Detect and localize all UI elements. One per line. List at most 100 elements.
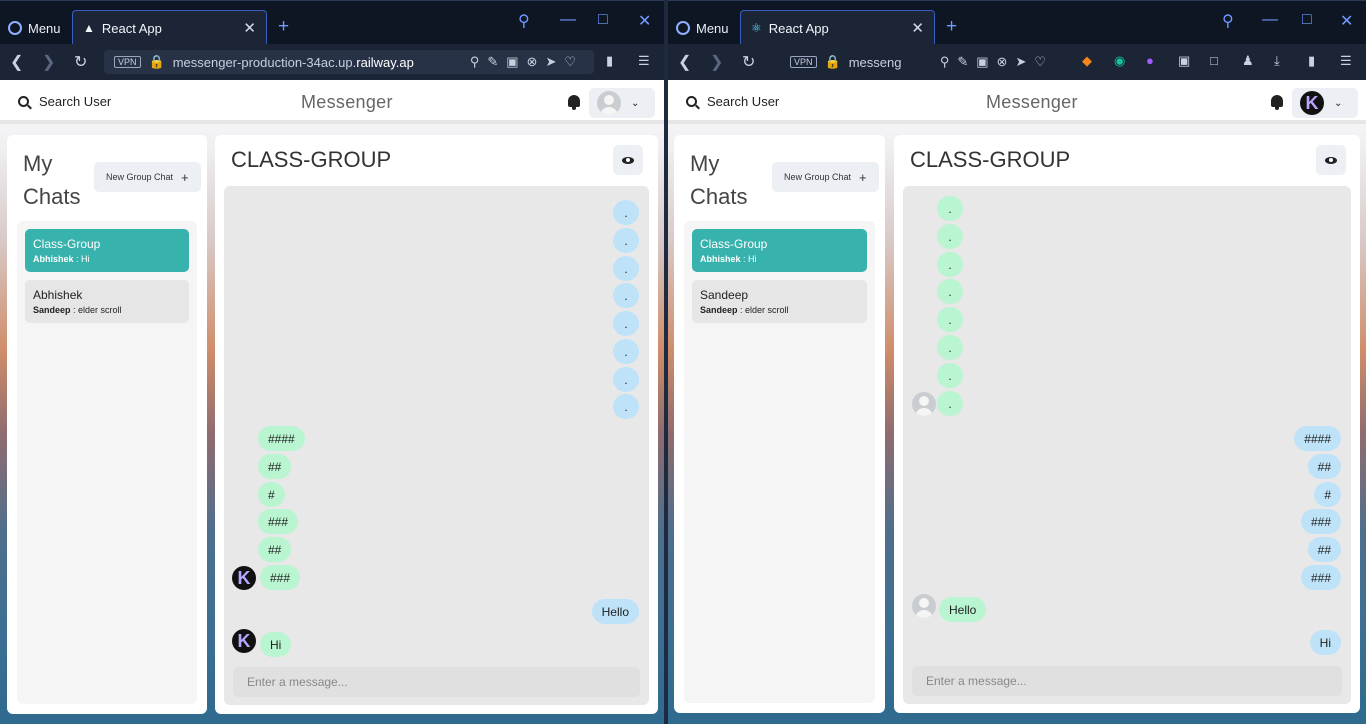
message-bubble-received: . xyxy=(937,391,963,416)
browser-tab[interactable]: ⚛ React App ✕ xyxy=(740,10,935,45)
sender-avatar[interactable]: K xyxy=(232,566,256,590)
my-chats-panel: My Chats New Group Chat + Class-Group Ab… xyxy=(7,135,207,714)
browser-tab[interactable]: ▲ React App ✕ xyxy=(72,10,267,45)
search-tabs-icon[interactable]: ⚲ xyxy=(1222,11,1234,31)
lock-icon: 🔒 xyxy=(824,54,841,69)
chat-list-item[interactable]: Abhishek Sandeep : elder scroll xyxy=(25,280,189,323)
reload-icon[interactable]: ↻ xyxy=(74,52,87,72)
new-group-chat-button[interactable]: New Group Chat + xyxy=(94,162,201,192)
lock-icon: 🔒 xyxy=(148,54,165,69)
metamask-extension-icon[interactable]: ◆ xyxy=(1082,53,1092,69)
message-bubble-sent: . xyxy=(613,339,639,364)
battery-icon[interactable]: ▮ xyxy=(1308,53,1315,69)
chat-list-item[interactable]: Sandeep Sandeep : elder scroll xyxy=(692,280,867,323)
battery-icon[interactable]: ▮ xyxy=(606,53,613,69)
message-bubble-received: . xyxy=(937,363,963,388)
bell-icon[interactable] xyxy=(568,95,580,110)
search-tabs-icon[interactable]: ⚲ xyxy=(518,11,530,31)
chat-name: Abhishek xyxy=(33,288,83,302)
search-user-button[interactable]: Search User xyxy=(18,94,111,109)
account-icon[interactable]: ♟ xyxy=(1242,53,1254,69)
message-bubble-received: . xyxy=(937,196,963,221)
extension-purple-icon[interactable]: ● xyxy=(1146,53,1154,68)
message-bubble-received: ### xyxy=(260,565,301,590)
new-tab-icon[interactable]: + xyxy=(278,16,289,38)
reload-icon[interactable]: ↻ xyxy=(742,52,755,72)
tab-bar: Menu ▲ React App ✕ + ⚲ — □ ✕ xyxy=(0,0,664,45)
search-icon xyxy=(18,96,29,107)
chat-name: Class-Group xyxy=(700,237,768,251)
new-tab-icon[interactable]: + xyxy=(946,16,957,38)
downloads-icon[interactable]: ⤓ xyxy=(1274,53,1280,69)
message-bubble-received: . xyxy=(937,307,963,332)
easy-setup-icon[interactable]: ☰ xyxy=(1340,53,1352,69)
my-chats-panel: My Chats New Group Chat + Class-Group Ab… xyxy=(674,135,885,713)
chat-last-text: elder scroll xyxy=(78,305,122,315)
vpn-badge[interactable]: VPN xyxy=(790,56,817,68)
message-input[interactable]: Enter a message... xyxy=(233,667,640,697)
opera-menu-button[interactable]: Menu xyxy=(676,15,729,41)
minimize-icon[interactable]: — xyxy=(560,11,576,29)
maximize-icon[interactable]: □ xyxy=(1302,11,1312,29)
close-tab-icon[interactable]: ✕ xyxy=(911,19,924,37)
search-user-button[interactable]: Search User xyxy=(686,94,779,109)
message-bubble-sent: . xyxy=(613,256,639,281)
grammarly-extension-icon[interactable]: ◉ xyxy=(1114,53,1125,69)
message-bubble-sent: ## xyxy=(1307,454,1341,479)
chat-list-item[interactable]: Class-Group Abhishek : Hi xyxy=(25,229,189,272)
back-icon[interactable]: ❮ xyxy=(10,52,23,72)
forward-icon[interactable]: ❯ xyxy=(42,52,55,72)
bell-icon[interactable] xyxy=(1271,95,1283,110)
message-input[interactable]: Enter a message... xyxy=(912,666,1342,696)
url-field[interactable]: VPN 🔒 messenger-production-34ac.up.railw… xyxy=(104,50,594,74)
url-field[interactable]: VPN 🔒 messeng ⚲✎▣⊗➤♡ xyxy=(780,50,1064,74)
sender-avatar[interactable] xyxy=(912,594,936,618)
sender-avatar[interactable] xyxy=(912,392,936,416)
chat-list-item[interactable]: Class-Group Abhishek : Hi xyxy=(692,229,867,272)
chat-list: Class-Group Abhishek : Hi Abhishek Sande… xyxy=(17,221,197,704)
profile-menu-button[interactable]: K ⌄ xyxy=(1292,88,1358,118)
message-bubble-sent: . xyxy=(613,283,639,308)
extension-cube-icon[interactable]: ▣ xyxy=(1178,53,1190,69)
easy-setup-icon[interactable]: ☰ xyxy=(638,53,650,69)
opera-menu-button[interactable]: Menu xyxy=(8,15,61,41)
chat-last-sender: Abhishek xyxy=(33,254,74,264)
url-tools-icons[interactable]: ⚲✎▣⊗➤♡ xyxy=(940,54,1054,70)
chat-box: CLASS-GROUP . . . . . . . . #### ## # ##… xyxy=(894,135,1360,713)
profile-menu-button[interactable]: ⌄ xyxy=(589,88,655,118)
message-bubble-sent: . xyxy=(613,200,639,225)
incognito-icon: ▲ xyxy=(83,21,95,35)
close-window-icon[interactable]: ✕ xyxy=(638,11,651,31)
sender-avatar[interactable]: K xyxy=(232,629,256,653)
chat-last-sender: Sandeep xyxy=(33,305,71,315)
extensions-icon[interactable]: □ xyxy=(1210,53,1218,68)
message-bubble-sent: ### xyxy=(1300,565,1341,590)
vpn-badge[interactable]: VPN xyxy=(114,56,141,68)
message-bubble-received: . xyxy=(937,252,963,277)
minimize-icon[interactable]: — xyxy=(1262,11,1278,29)
search-label: Search User xyxy=(39,94,112,109)
back-icon[interactable]: ❮ xyxy=(678,52,691,72)
address-bar: ❮ ❯ ↻ VPN 🔒 messeng ⚲✎▣⊗➤♡ ◆ ◉ ● ▣ □ ♟ ⤓… xyxy=(668,44,1366,80)
opera-icon xyxy=(676,21,690,35)
close-window-icon[interactable]: ✕ xyxy=(1340,11,1353,31)
tab-bar: Menu ⚛ React App ✕ + ⚲ — □ ✕ xyxy=(668,0,1366,45)
menu-label: Menu xyxy=(28,20,61,36)
view-group-button[interactable] xyxy=(1316,145,1346,175)
app-brand: Messenger xyxy=(301,92,393,112)
message-bubble-sent: . xyxy=(613,367,639,392)
app-header: Search User Messenger K ⌄ xyxy=(668,80,1366,124)
new-group-label: New Group Chat xyxy=(106,172,174,182)
url-tools-icons[interactable]: ⚲✎▣⊗➤♡ xyxy=(470,54,584,70)
close-tab-icon[interactable]: ✕ xyxy=(243,19,256,37)
maximize-icon[interactable]: □ xyxy=(598,11,608,29)
chat-last-text: Hi xyxy=(748,254,757,264)
forward-icon[interactable]: ❯ xyxy=(710,52,723,72)
message-bubble-received: Hello xyxy=(939,597,987,622)
message-bubble-received: # xyxy=(258,482,285,507)
message-bubble-sent: . xyxy=(613,228,639,253)
chat-last-sender: Abhishek xyxy=(700,254,741,264)
new-group-chat-button[interactable]: New Group Chat + xyxy=(772,162,879,192)
view-group-button[interactable] xyxy=(613,145,643,175)
chat-last-text: Hi xyxy=(81,254,90,264)
